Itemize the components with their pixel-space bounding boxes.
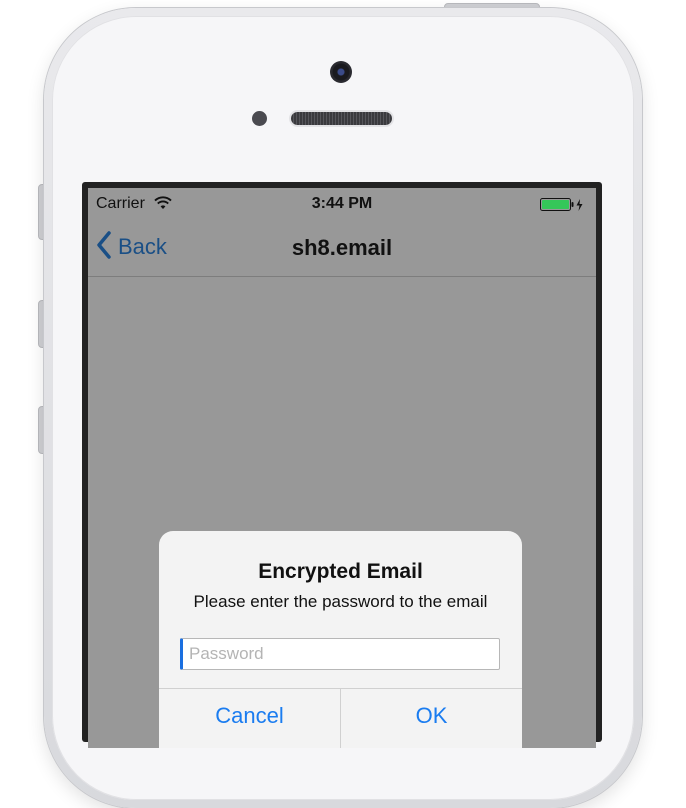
alert-title: Encrypted Email xyxy=(258,560,423,583)
status-time: 3:44 PM xyxy=(311,195,373,212)
speaker-icon xyxy=(291,112,392,125)
alert-message: Please enter the password to the email xyxy=(193,592,488,611)
ok-button[interactable]: OK xyxy=(341,703,522,729)
camera-icon xyxy=(330,61,352,83)
password-input[interactable] xyxy=(180,638,500,670)
navigation-bar: Back sh8.email xyxy=(88,218,596,277)
screen: Carrier 3:44 PM Back sh8.email Encrypted… xyxy=(88,188,596,748)
page-title: sh8.email xyxy=(291,235,393,260)
status-bar: Carrier 3:44 PM xyxy=(88,188,596,218)
battery-icon xyxy=(540,198,588,217)
cancel-button[interactable]: Cancel xyxy=(159,703,340,729)
proximity-sensor xyxy=(252,111,267,126)
password-alert: Encrypted Email Please enter the passwor… xyxy=(159,531,522,748)
